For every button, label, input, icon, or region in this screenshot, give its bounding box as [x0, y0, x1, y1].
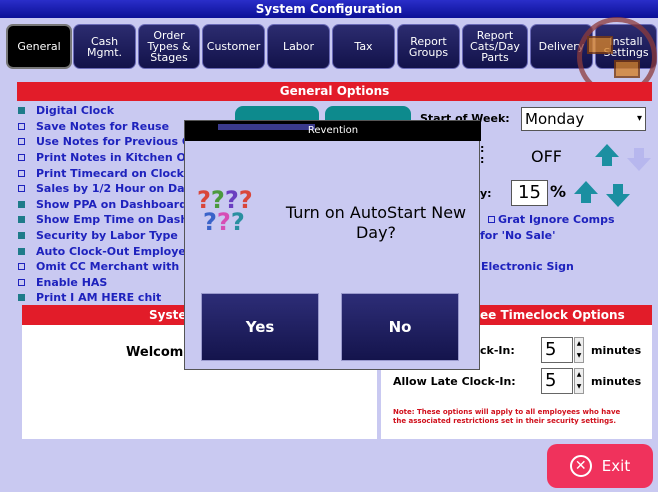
option-use-notes-previous[interactable]: Use Notes for Previous Or [18, 134, 198, 150]
question-marks-icon: ???? ??? [197, 186, 253, 236]
checkbox-icon [18, 122, 25, 130]
option-security-labor[interactable]: Security by Labor Type [18, 228, 198, 244]
pct-arrow-down-icon[interactable] [606, 184, 630, 208]
option-omit-cc-merchant[interactable]: Omit CC Merchant with Ele [18, 259, 198, 275]
checkbox-icon [488, 216, 495, 223]
dialog-title: Revention [185, 121, 481, 141]
yes-button[interactable]: Yes [201, 293, 319, 361]
early-minutes-label: minutes [591, 344, 642, 357]
timeclock-note: Note: These options will apply to all em… [393, 408, 621, 425]
chevron-down-icon: ▾ [636, 113, 642, 124]
late-spinner[interactable]: ▲ ▼ [574, 368, 584, 394]
close-circle-icon: ✕ [569, 455, 592, 477]
checkbox-icon [18, 107, 25, 115]
pct-arrow-up-icon[interactable] [574, 181, 598, 205]
tab-tax[interactable]: Tax [332, 24, 395, 69]
tab-customer[interactable]: Customer [202, 24, 265, 69]
pct-sign: % [550, 182, 567, 201]
exit-button[interactable]: ✕ Exit [547, 444, 653, 488]
off-value: OFF [531, 147, 562, 166]
pct-input[interactable]: 15 [511, 180, 548, 206]
option-sales-half-hour[interactable]: Sales by 1/2 Hour on Dash [18, 181, 198, 197]
option-print-timecard[interactable]: Print Timecard on Clockou [18, 165, 198, 181]
no-button[interactable]: No [341, 293, 459, 361]
right-colon-label-2: : [480, 153, 485, 166]
tab-cash-mgmt[interactable]: Cash Mgmt. [73, 24, 136, 69]
option-show-emp-time[interactable]: Show Emp Time on Dashb [18, 212, 198, 228]
early-spinner[interactable]: ▲ ▼ [574, 337, 584, 363]
monitor-icon-2 [614, 60, 640, 78]
late-clock-in-label: Allow Late Clock-In: [393, 375, 516, 388]
tab-report-cats[interactable]: Report Cats/Day Parts [462, 24, 528, 69]
option-enable-has[interactable]: Enable HAS [18, 275, 198, 291]
arrow-down-icon[interactable] [627, 148, 651, 172]
dialog-message: Turn on AutoStart New Day? [285, 203, 467, 242]
tab-labor[interactable]: Labor [267, 24, 330, 69]
option-save-notes[interactable]: Save Notes for Reuse [18, 119, 198, 135]
checkbox-icon [18, 200, 25, 208]
checkbox-icon [18, 138, 25, 146]
late-minutes-label: minutes [591, 375, 642, 388]
checkbox-icon [18, 169, 25, 177]
option-show-ppa[interactable]: Show PPA on Dashboard [18, 197, 198, 213]
checkbox-icon [18, 247, 25, 255]
general-options-list: Digital Clock Save Notes for Reuse Use N… [18, 103, 198, 306]
late-clock-in-input[interactable]: 5 [541, 368, 573, 394]
grat-ignore-comps-option[interactable]: Grat Ignore Comps [488, 213, 615, 226]
tab-report-groups[interactable]: Report Groups [397, 24, 460, 69]
checkbox-icon [18, 294, 25, 302]
electronic-sign-text: Electronic Sign [481, 260, 574, 273]
option-print-i-am-here[interactable]: Print I AM HERE chit [18, 290, 198, 306]
checkbox-icon [18, 216, 25, 224]
option-print-notes-kitchen[interactable]: Print Notes in Kitchen Only [18, 150, 198, 166]
tab-order-types[interactable]: Order Types & Stages [138, 24, 200, 69]
general-options-header: General Options [17, 82, 652, 101]
checkbox-icon [18, 185, 25, 193]
autostart-dialog: Revention ???? ??? Turn on AutoStart New… [184, 120, 481, 370]
dialog-title-progress [218, 124, 315, 130]
arrow-up-icon[interactable] [595, 144, 619, 168]
checkbox-icon [18, 263, 25, 271]
pct-label-colon: y: [480, 187, 492, 200]
early-clock-in-label: ck-In: [480, 344, 515, 357]
checkbox-icon [18, 154, 25, 162]
tab-strip: General Cash Mgmt. Order Types & Stages … [3, 22, 658, 71]
welcome-text: Welcome [126, 345, 193, 360]
option-auto-clock-out[interactable]: Auto Clock-Out Employee [18, 243, 198, 259]
window-title: System Configuration [0, 0, 658, 18]
checkbox-icon [18, 232, 25, 240]
tab-general[interactable]: General [6, 24, 72, 69]
no-sale-text: for 'No Sale' [480, 229, 556, 242]
start-of-week-select[interactable]: Monday ▾ [521, 107, 646, 131]
monitor-icon [587, 36, 613, 54]
early-clock-in-input[interactable]: 5 [541, 337, 573, 363]
option-digital-clock[interactable]: Digital Clock [18, 103, 198, 119]
checkbox-icon [18, 278, 25, 286]
